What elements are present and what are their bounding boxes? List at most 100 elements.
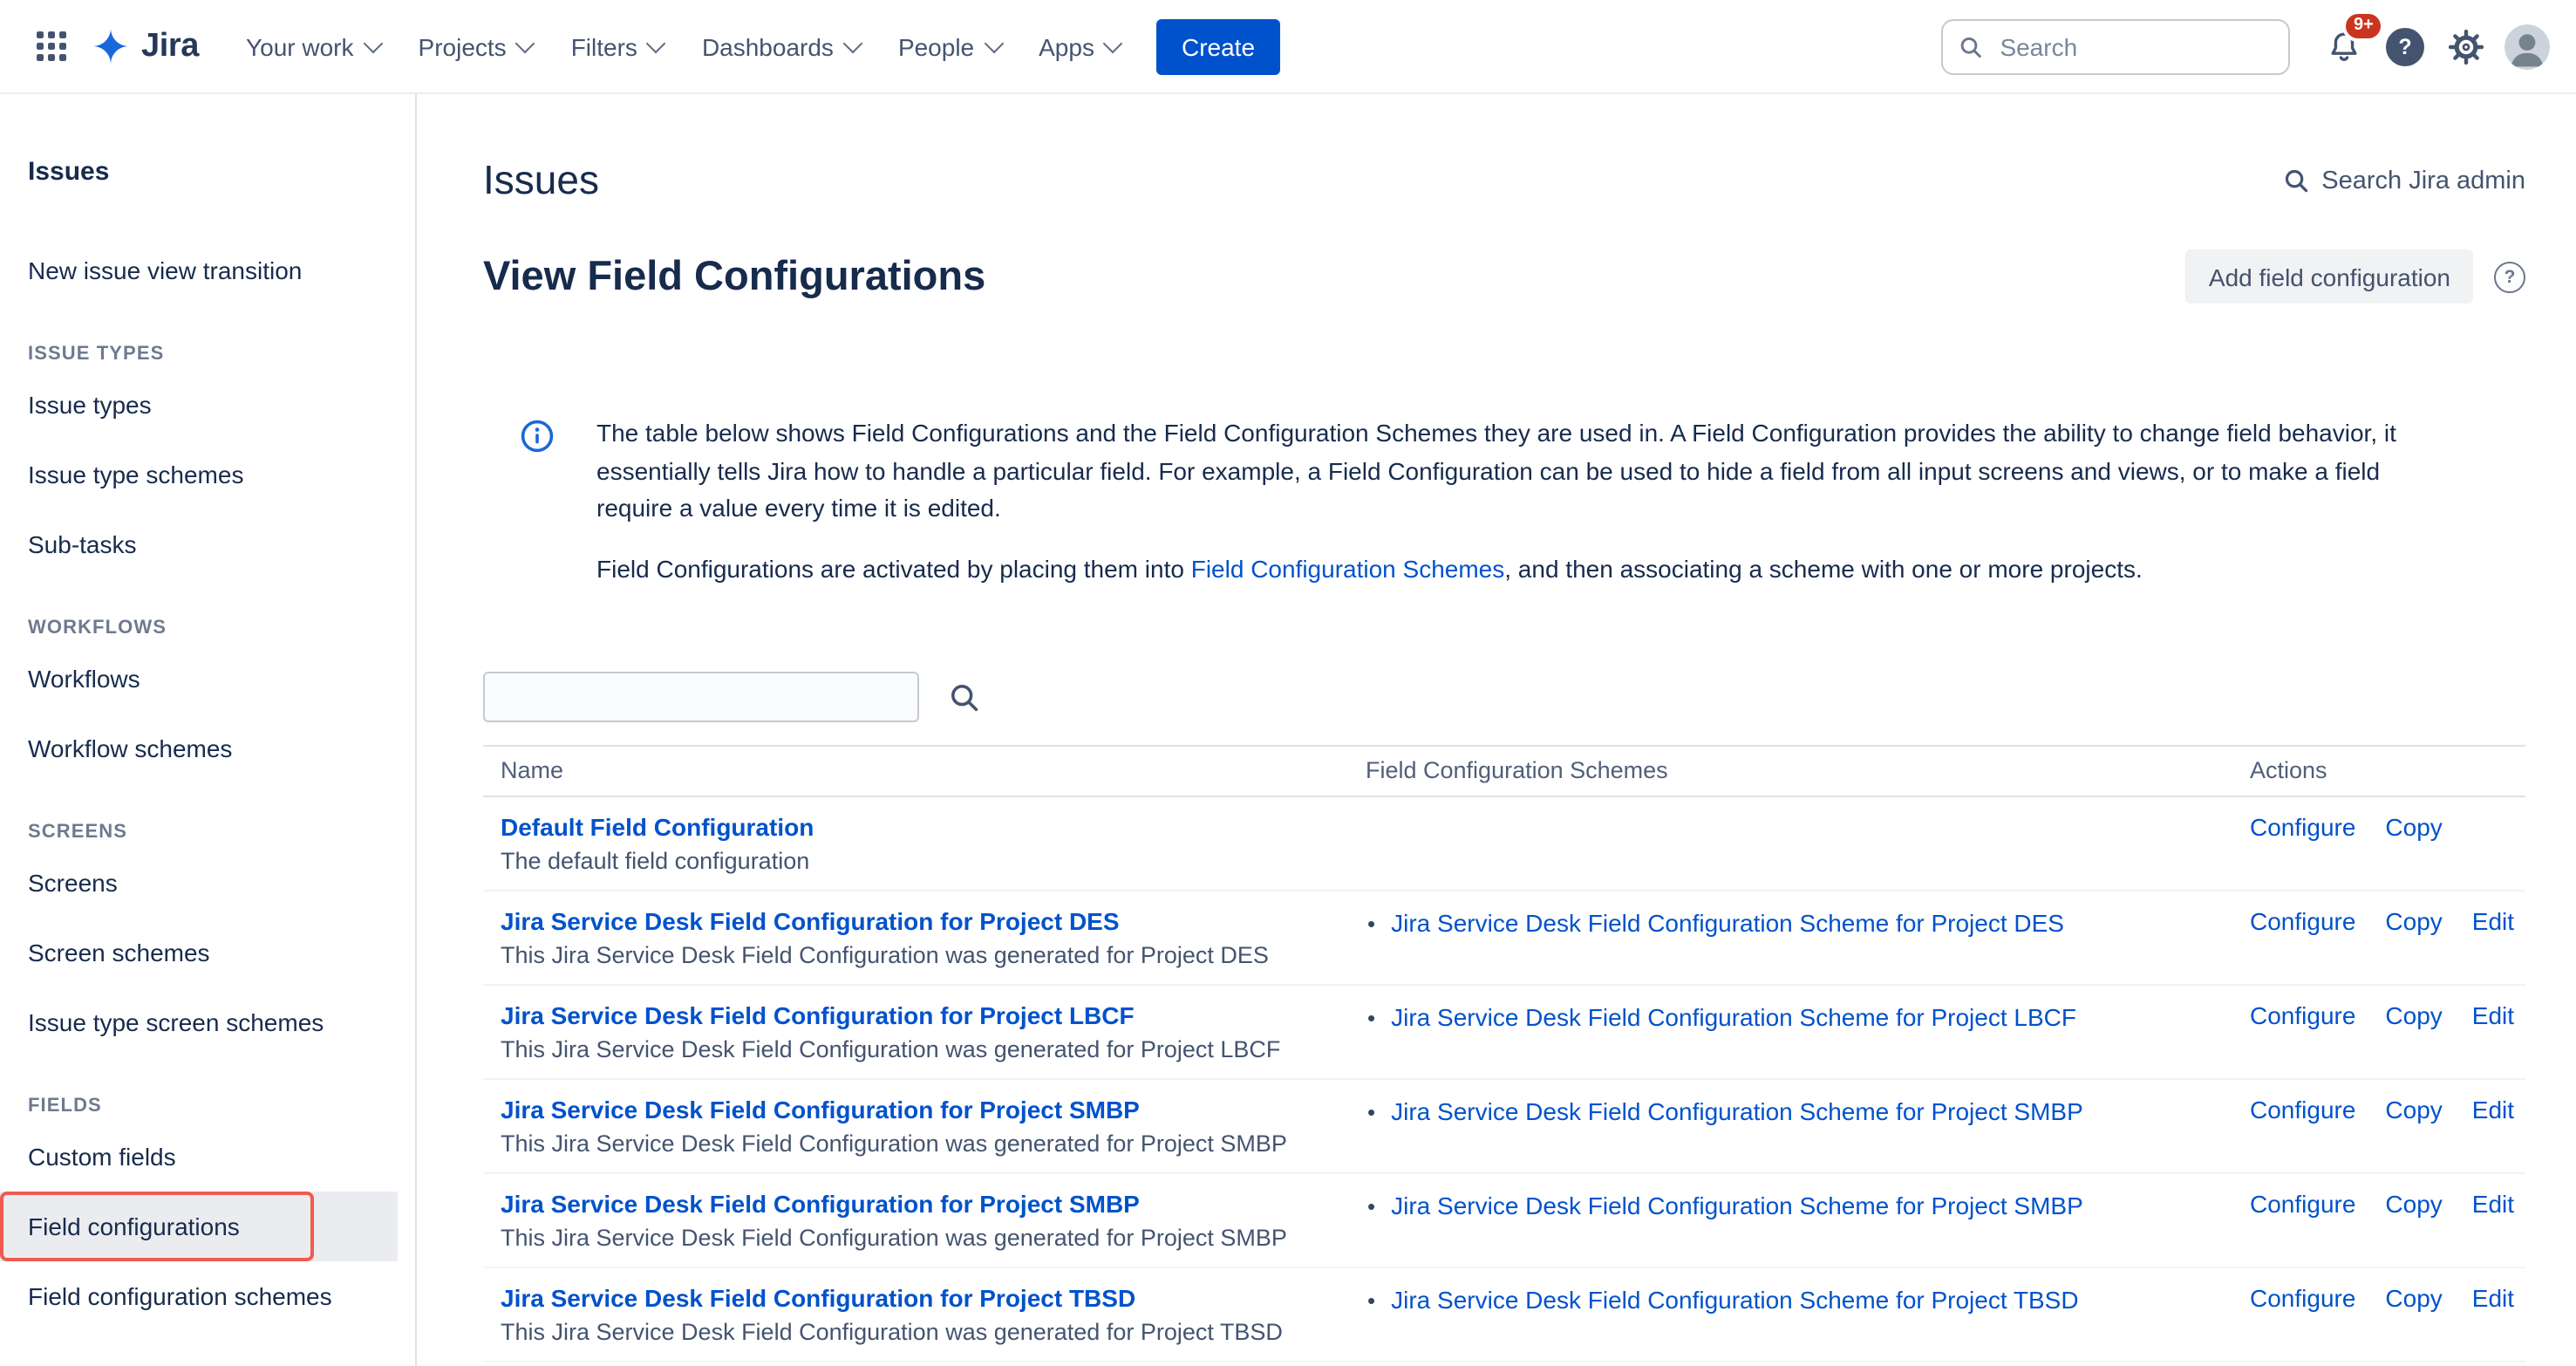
edit-link[interactable]: Edit xyxy=(2472,1000,2514,1033)
field-configuration-link[interactable]: Jira Service Desk Field Configuration fo… xyxy=(501,1282,1135,1315)
chevron-down-icon xyxy=(515,33,535,53)
field-configuration-link[interactable]: Default Field Configuration xyxy=(501,811,814,844)
scheme-link[interactable]: Jira Service Desk Field Configuration Sc… xyxy=(1391,1096,2083,1129)
settings-button[interactable] xyxy=(2438,18,2494,74)
nav-people[interactable]: People xyxy=(879,18,1019,74)
add-field-configuration-button[interactable]: Add field configuration xyxy=(2186,249,2473,304)
nav-projects[interactable]: Projects xyxy=(399,18,552,74)
field-configuration-link[interactable]: Jira Service Desk Field Configuration fo… xyxy=(501,905,1120,939)
nav-label: Apps xyxy=(1039,32,1094,60)
field-configuration-schemes-link[interactable]: Field Configuration Schemes xyxy=(1191,554,1505,582)
info-block: The table below shows Field Configuratio… xyxy=(483,415,2525,588)
search-icon xyxy=(949,681,980,713)
chevron-down-icon xyxy=(1104,33,1124,53)
sidebar-item-screens[interactable]: Screens xyxy=(0,848,415,918)
schemes-cell xyxy=(1348,797,2232,890)
help-circle-icon[interactable]: ? xyxy=(2494,261,2525,292)
filter-input[interactable] xyxy=(483,672,919,722)
copy-link[interactable]: Copy xyxy=(2385,905,2442,939)
configure-link[interactable]: Configure xyxy=(2250,905,2355,939)
copy-link[interactable]: Copy xyxy=(2385,1188,2442,1221)
scheme-item: • Jira Service Desk Field Configuration S… xyxy=(1366,1094,2215,1129)
configure-link[interactable]: Configure xyxy=(2250,1094,2355,1127)
actions-cell: Configure Copy Edit xyxy=(2232,1174,2532,1267)
actions-cell: Configure Copy Edit xyxy=(2232,1080,2532,1172)
chevron-down-icon xyxy=(984,33,1004,53)
sidebar-item-new-issue-view-transition[interactable]: New issue view transition xyxy=(0,236,415,305)
chevron-down-icon xyxy=(843,33,863,53)
info-paragraph-2-suffix: , and then associating a scheme with one… xyxy=(1504,554,2143,582)
column-header-schemes: Field Configuration Schemes xyxy=(1348,747,2232,796)
info-paragraph-2-prefix: Field Configurations are activated by pl… xyxy=(596,554,1191,582)
global-search[interactable] xyxy=(1941,18,2290,74)
sidebar-item-field-configurations[interactable]: Field configurations xyxy=(0,1192,398,1261)
copy-link[interactable]: Copy xyxy=(2385,1094,2442,1127)
field-configuration-description: This Jira Service Desk Field Configurati… xyxy=(501,1129,1331,1160)
gear-icon xyxy=(2449,29,2484,64)
info-icon xyxy=(520,419,555,454)
copy-link[interactable]: Copy xyxy=(2385,811,2442,844)
sidebar-item-issue-types[interactable]: Issue types xyxy=(0,370,415,440)
search-icon xyxy=(1959,32,1982,60)
copy-link[interactable]: Copy xyxy=(2385,1282,2442,1315)
copy-link[interactable]: Copy xyxy=(2385,1000,2442,1033)
profile-button[interactable] xyxy=(2499,18,2555,74)
schemes-cell: •Jira Service Desk Field Configuration S… xyxy=(1348,986,2232,1078)
global-search-input[interactable] xyxy=(1996,31,2273,62)
configure-link[interactable]: Configure xyxy=(2250,1282,2355,1315)
configure-link[interactable]: Configure xyxy=(2250,1000,2355,1033)
edit-link[interactable]: Edit xyxy=(2472,1188,2514,1221)
column-header-name: Name xyxy=(483,747,1348,796)
scheme-link[interactable]: Jira Service Desk Field Configuration Sc… xyxy=(1391,1190,2083,1223)
section-header: View Field Configurations Add field conf… xyxy=(483,249,2525,304)
section-title: View Field Configurations xyxy=(483,253,985,300)
nav-apps[interactable]: Apps xyxy=(1019,18,1140,74)
create-button[interactable]: Create xyxy=(1157,18,1279,74)
edit-link[interactable]: Edit xyxy=(2472,905,2514,939)
edit-link[interactable]: Edit xyxy=(2472,1094,2514,1127)
bullet-icon: • xyxy=(1367,1284,1375,1317)
sidebar-item-screen-schemes[interactable]: Screen schemes xyxy=(0,918,415,987)
configure-link[interactable]: Configure xyxy=(2250,811,2355,844)
sidebar-section-screens: SCREENS xyxy=(0,783,415,848)
app-switcher-button[interactable] xyxy=(24,20,77,72)
search-jira-admin-link[interactable]: Search Jira admin xyxy=(2283,167,2525,195)
scheme-link[interactable]: Jira Service Desk Field Configuration Sc… xyxy=(1391,1001,2076,1035)
field-configuration-link[interactable]: Jira Service Desk Field Configuration fo… xyxy=(501,1188,1140,1221)
edit-link[interactable]: Edit xyxy=(2472,1282,2514,1315)
field-configuration-link[interactable]: Jira Service Desk Field Configuration fo… xyxy=(501,1000,1135,1033)
table-row: Jira Service Desk Field Configuration fo… xyxy=(483,1174,2525,1268)
scheme-link[interactable]: Jira Service Desk Field Configuration Sc… xyxy=(1391,907,2064,940)
scheme-item: • Jira Service Desk Field Configuration S… xyxy=(1366,1282,2215,1317)
nav-dashboards[interactable]: Dashboards xyxy=(683,18,879,74)
table-row: Jira Service Desk Field Configuration fo… xyxy=(483,1080,2525,1174)
name-cell: Jira Service Desk Field Configuration fo… xyxy=(483,891,1348,984)
filter-search-button[interactable] xyxy=(949,681,980,713)
sidebar-section-issue-types: ISSUE TYPES xyxy=(0,305,415,370)
sidebar-item-issue-type-schemes[interactable]: Issue type schemes xyxy=(0,440,415,509)
schemes-cell: • Jira Service Desk Field Configuration S… xyxy=(1348,1080,2232,1172)
table-row: Jira Service Desk Field Configuration fo… xyxy=(483,986,2525,1080)
notifications-button[interactable]: 9+ xyxy=(2316,18,2372,74)
jira-logo[interactable]: Jira xyxy=(92,27,199,65)
nav-label: Your work xyxy=(246,32,354,60)
nav-your-work[interactable]: Your work xyxy=(227,18,399,74)
bullet-icon: • xyxy=(1367,1096,1375,1129)
sidebar-item-field-configuration-schemes[interactable]: Field configuration schemes xyxy=(0,1261,415,1331)
field-configuration-link[interactable]: Jira Service Desk Field Configuration fo… xyxy=(501,1094,1140,1127)
name-cell: Jira Service Desk Field Configuration fo… xyxy=(483,1080,1348,1172)
search-icon xyxy=(2283,167,2309,194)
scheme-item: •Jira Service Desk Field Configuration S… xyxy=(1366,1000,2215,1035)
actions-cell: Configure Copy xyxy=(2232,797,2525,890)
configure-link[interactable]: Configure xyxy=(2250,1188,2355,1221)
sidebar-item-issue-type-screen-schemes[interactable]: Issue type screen schemes xyxy=(0,987,415,1057)
help-button[interactable]: ? xyxy=(2377,18,2433,74)
sidebar-item-custom-fields[interactable]: Custom fields xyxy=(0,1122,415,1192)
scheme-link[interactable]: Jira Service Desk Field Configuration Sc… xyxy=(1391,1284,2078,1317)
nav-label: Dashboards xyxy=(702,32,834,60)
sidebar-item-workflow-schemes[interactable]: Workflow schemes xyxy=(0,714,415,783)
sidebar-item-sub-tasks[interactable]: Sub-tasks xyxy=(0,509,415,579)
nav-label: People xyxy=(898,32,974,60)
nav-filters[interactable]: Filters xyxy=(552,18,683,74)
sidebar-item-workflows[interactable]: Workflows xyxy=(0,644,415,714)
